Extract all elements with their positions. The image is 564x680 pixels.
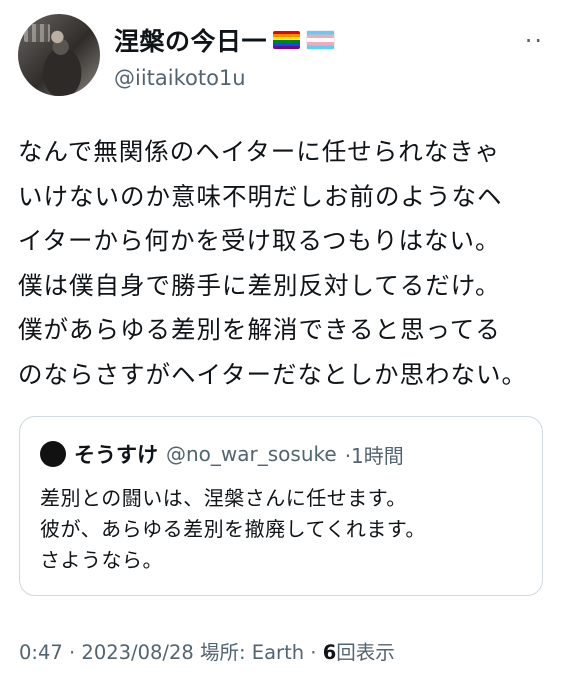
meta-separator: ·: [62, 641, 82, 664]
more-options-icon[interactable]: ··: [525, 29, 544, 53]
quoted-text-line: 彼が、あらゆる差別を撤廃してくれます。: [40, 517, 426, 541]
rainbow-flag-icon: [273, 31, 301, 49]
quoted-tweet-header: そうすけ @no_war_sosuke ·1時間: [40, 439, 404, 469]
tweet-text-line: 僕は僕自身で勝手に差別反対してるだけ。: [18, 270, 501, 300]
quoted-handle: @no_war_sosuke: [166, 442, 337, 466]
avatar[interactable]: [18, 14, 100, 96]
meta-separator: ·: [304, 641, 323, 664]
tweet-text: なんで無関係のヘイターに任せられなきゃ いけないのか意味不明だしお前のようなヘ …: [18, 130, 548, 397]
tweet-text-line: いけないのか意味不明だしお前のようなヘ: [18, 181, 503, 211]
tweet-date[interactable]: 2023/08/28: [81, 641, 193, 664]
quoted-text-line: さようなら。: [40, 548, 163, 572]
views-label: 回表示: [336, 641, 395, 664]
transgender-flag-icon: [306, 30, 336, 50]
tweet-text-line: なんで無関係のヘイターに任せられなきゃ: [18, 137, 501, 166]
tweet-time[interactable]: 0:47: [19, 641, 63, 664]
author-handle[interactable]: @iitaikoto1u: [114, 66, 246, 90]
tweet-meta: 0:47 · 2023/08/28 場所: Earth · 6回表示: [19, 636, 395, 665]
tweet-location: 場所: Earth: [193, 641, 305, 664]
tweet-text-line: イターから何かを受け取るつもりはない。: [18, 226, 501, 255]
quoted-avatar: [40, 441, 66, 467]
author-display-name[interactable]: 涅槃の今日一: [114, 22, 267, 58]
quoted-time: ·1時間: [344, 443, 404, 468]
quoted-text-line: 差別との闘いは、涅槃さんに任せます。: [40, 486, 407, 510]
author-name-row: 涅槃の今日一: [114, 22, 336, 58]
quoted-text: 差別との闘いは、涅槃さんに任せます。 彼が、あらゆる差別を撤廃してくれます。 さ…: [40, 483, 426, 576]
views-count: 6: [322, 641, 337, 664]
quoted-tweet[interactable]: そうすけ @no_war_sosuke ·1時間 差別との闘いは、涅槃さんに任せ…: [19, 416, 543, 596]
tweet-text-line: 僕があらゆる差別を解消できると思ってる: [18, 315, 501, 344]
tweet-text-line: のならさすがヘイターだなとしか思わない。: [18, 359, 528, 389]
quoted-display-name: そうすけ: [74, 443, 158, 467]
tweet-header: 涅槃の今日一 @iitaikoto1u ··: [18, 14, 546, 100]
